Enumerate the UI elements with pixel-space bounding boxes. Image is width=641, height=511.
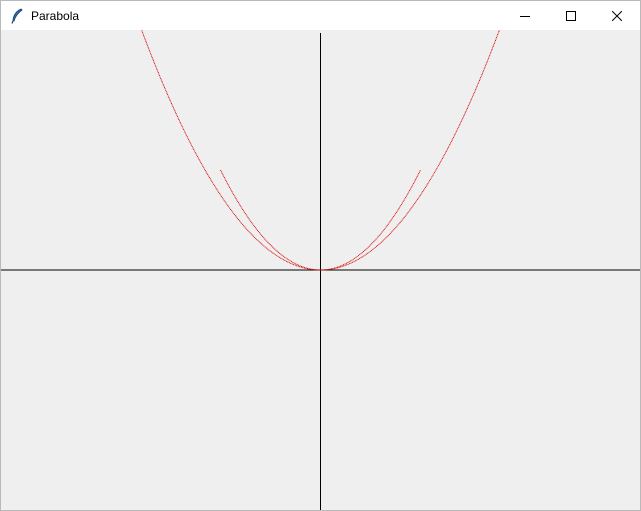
maximize-icon	[566, 10, 576, 21]
window-controls	[502, 1, 640, 30]
minimize-icon	[520, 15, 530, 17]
window-title: Parabola	[31, 8, 80, 23]
feather-icon	[9, 8, 25, 24]
title-bar[interactable]: Parabola	[1, 1, 640, 30]
close-icon	[612, 10, 622, 21]
plot-surface	[1, 30, 640, 510]
maximize-button[interactable]	[548, 1, 594, 30]
close-button[interactable]	[594, 1, 640, 30]
minimize-button[interactable]	[502, 1, 548, 30]
drawing-canvas[interactable]	[1, 30, 640, 510]
app-window: Parabola	[0, 0, 641, 511]
